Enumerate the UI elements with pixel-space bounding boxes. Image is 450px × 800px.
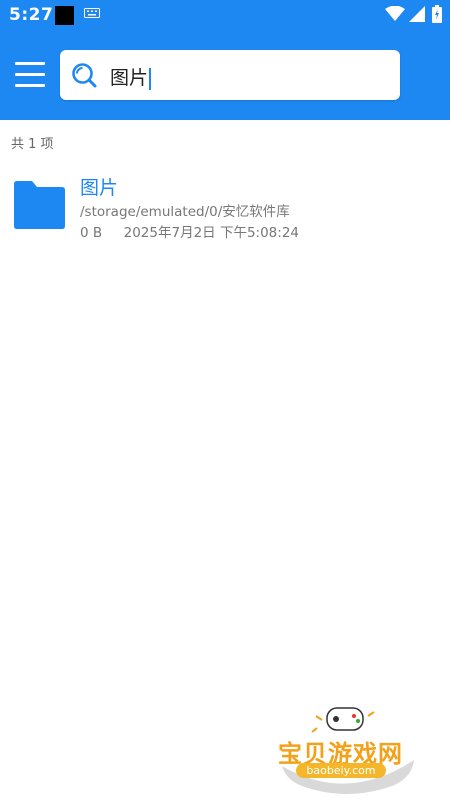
- status-bar: 5:27: [0, 0, 450, 30]
- search-input-value: 图片: [110, 67, 149, 89]
- menu-button[interactable]: [15, 62, 45, 88]
- search-box[interactable]: 图片: [60, 50, 400, 100]
- wifi-icon: [385, 6, 405, 21]
- search-icon: [72, 63, 97, 88]
- battery-icon: [432, 5, 442, 23]
- signal-icon: [409, 6, 425, 22]
- menu-icon-bar: [15, 84, 45, 87]
- list-item[interactable]: 图片 /storage/emulated/0/安忆软件库 0 B 2025年7月…: [0, 160, 450, 250]
- keyboard-icon: [84, 8, 100, 18]
- menu-icon: [15, 62, 45, 65]
- folder-icon: [14, 181, 65, 229]
- text-caret: [149, 67, 152, 90]
- file-name: 图片: [80, 177, 119, 199]
- search-input[interactable]: 图片: [110, 63, 152, 90]
- file-path: /storage/emulated/0/安忆软件库: [80, 204, 290, 220]
- menu-icon-bar: [15, 73, 45, 76]
- app-bar: 5:27 图片: [0, 0, 450, 120]
- status-time: 5:27: [9, 5, 54, 25]
- result-count: 共 1 项: [11, 137, 54, 152]
- file-modified: 2025年7月2日 下午5:08:24: [123, 225, 299, 241]
- notification-square-icon: [55, 6, 74, 25]
- file-meta: 0 B 2025年7月2日 下午5:08:24: [80, 221, 299, 241]
- file-size: 0 B: [80, 225, 103, 241]
- watermark-url: baobeiy.com: [296, 763, 386, 778]
- watermark-logo: 宝贝游戏网 baobeiy.com: [272, 704, 422, 794]
